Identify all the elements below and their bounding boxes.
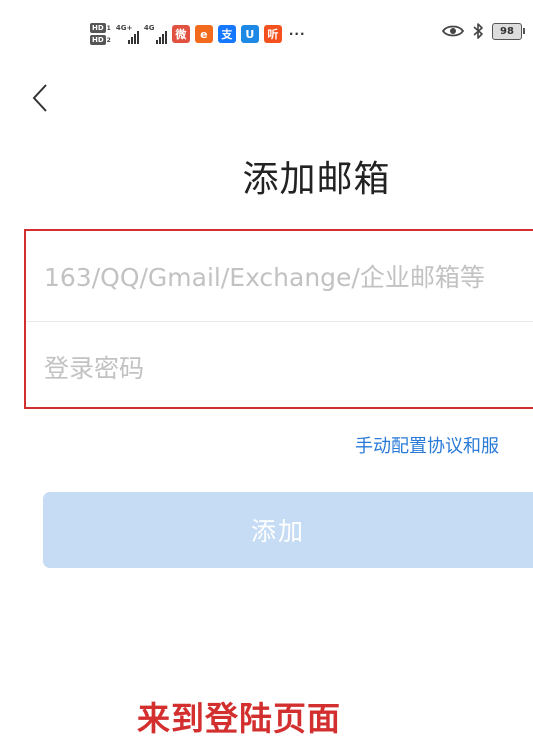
hd-icon: HD — [90, 35, 106, 45]
listen-app-icon: 听 — [263, 25, 282, 43]
chevron-left-icon — [32, 84, 47, 112]
manual-config-link[interactable]: 手动配置协议和服 — [355, 432, 499, 458]
network-type: 4G+ — [115, 24, 133, 32]
eye-icon — [442, 25, 464, 37]
status-bar-left: HD 1 HD 2 4G+ 4G 微 e 支 U 听 ··· — [90, 16, 306, 52]
status-bar-right: 98 — [442, 22, 525, 40]
network-type: 4G — [143, 24, 155, 32]
login-form: 163/QQ/Gmail/Exchange/企业邮箱等 登录密码 — [24, 229, 533, 409]
hd-indicator-2: HD 2 — [90, 35, 111, 45]
status-bar: HD 1 HD 2 4G+ 4G 微 e 支 U 听 ··· 98 — [0, 0, 533, 64]
page-title: 添加邮箱 — [242, 159, 391, 200]
battery-level: 98 — [492, 22, 522, 40]
email-address-input[interactable]: 163/QQ/Gmail/Exchange/企业邮箱等 — [26, 231, 533, 321]
signal-indicator-2: 4G — [144, 24, 167, 44]
hd-indicator-1: HD 1 — [90, 23, 111, 33]
add-button[interactable]: 添加 — [43, 492, 533, 568]
caption-text: 来到登陆页面 — [137, 699, 341, 738]
weibo-app-icon: 微 — [171, 25, 190, 43]
sim-number: 2 — [106, 36, 111, 44]
hd-indicators: HD 1 HD 2 — [90, 23, 111, 45]
bluetooth-icon — [473, 23, 483, 39]
more-notifications-icon: ··· — [288, 27, 306, 41]
back-button[interactable] — [26, 82, 56, 114]
alipay-app-icon: 支 — [217, 25, 236, 43]
password-input[interactable]: 登录密码 — [26, 322, 533, 412]
app-icon: U — [240, 25, 259, 43]
signal-indicator-1: 4G+ — [116, 24, 139, 44]
aliexpress-app-icon: e — [194, 25, 213, 43]
sim-number: 1 — [106, 24, 111, 32]
signal-bars-icon — [155, 31, 167, 44]
signal-bars-icon — [127, 31, 139, 44]
hd-icon: HD — [90, 23, 106, 33]
battery-icon: 98 — [492, 22, 525, 40]
